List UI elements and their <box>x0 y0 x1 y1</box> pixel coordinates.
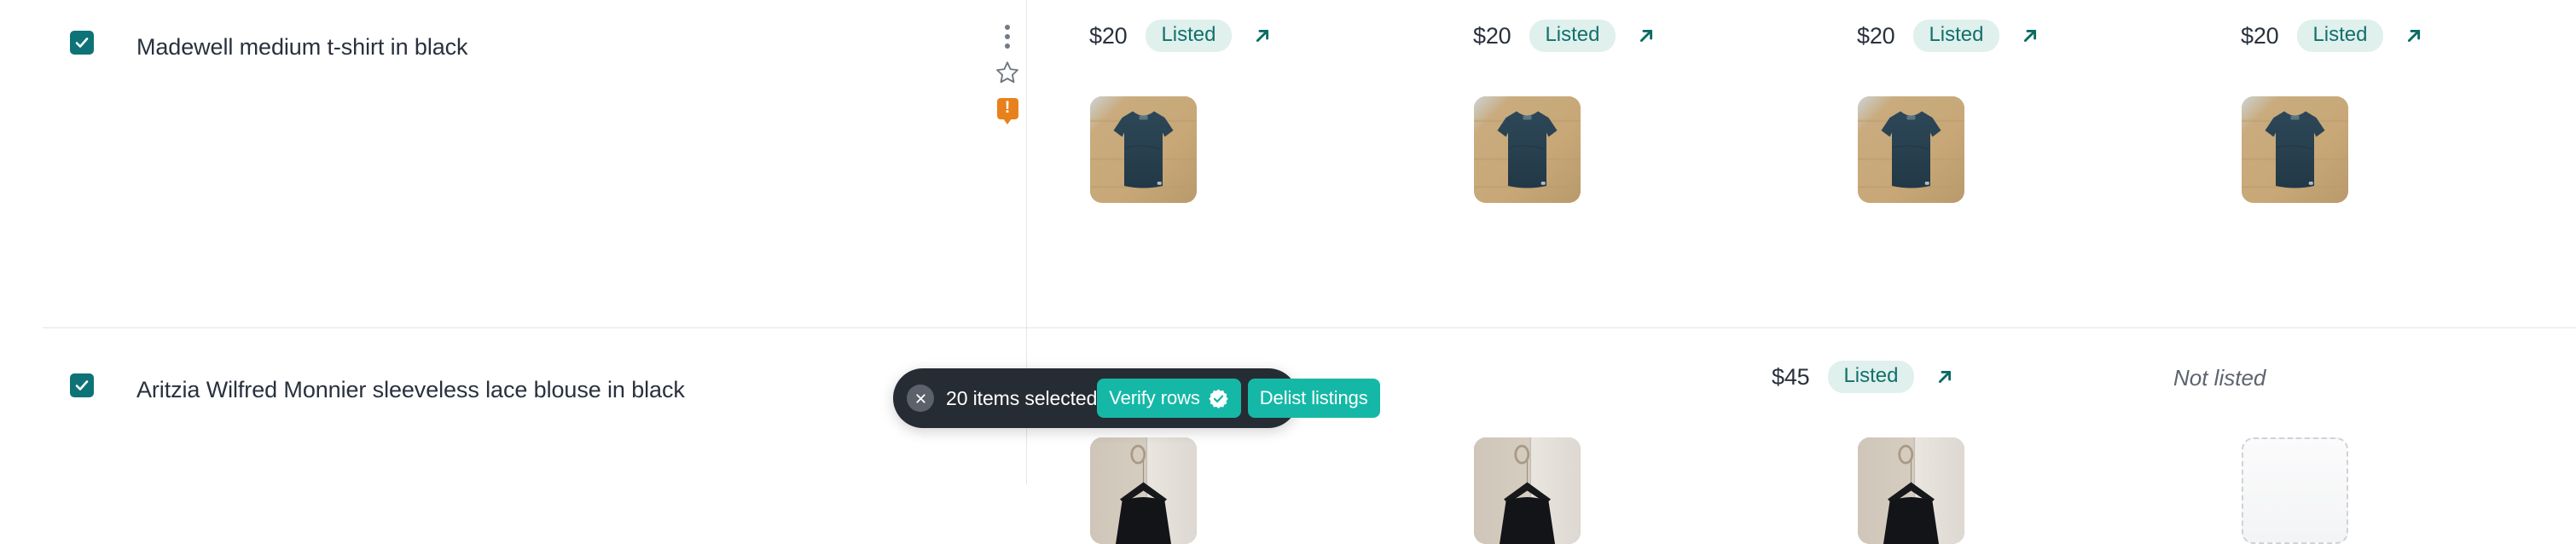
listing-thumbnail[interactable] <box>1858 96 1964 203</box>
navy-tshirt-on-wood-floor <box>1090 96 1197 203</box>
column-divider <box>1026 0 1027 327</box>
listing-cell: $45 Listed <box>1772 360 1962 394</box>
status-badge: Listed <box>1828 361 1914 393</box>
kebab-menu-icon[interactable] <box>989 19 1025 55</box>
listing-price: $20 <box>1857 22 1895 49</box>
external-link-arrow-icon[interactable] <box>2397 19 2431 53</box>
verify-rows-label: Verify rows <box>1109 387 1200 408</box>
listing-thumbnail[interactable] <box>1090 96 1197 203</box>
listing-price: $20 <box>2241 22 2279 49</box>
listing-thumbnail[interactable] <box>1858 437 1964 544</box>
external-link-arrow-icon[interactable] <box>1245 19 1279 53</box>
listing-cell: $20 Listed <box>1473 19 1663 53</box>
check-icon <box>75 380 89 391</box>
external-link-arrow-icon[interactable] <box>1629 19 1663 53</box>
navy-tshirt-on-wood-floor <box>2242 96 2348 203</box>
status-badge: Listed <box>1529 20 1616 52</box>
black-blouse-on-hanger <box>1858 437 1964 544</box>
row-select-checkbox[interactable] <box>70 373 94 397</box>
listing-cell: $20 Listed <box>1857 19 2047 53</box>
warning-badge-icon[interactable]: ! <box>989 90 1025 126</box>
listing-thumbnail[interactable] <box>1090 437 1197 544</box>
listing-cell: Not listed <box>2173 365 2266 391</box>
listing-cell: $20 Listed <box>1089 19 1279 53</box>
listing-price: $20 <box>1089 22 1128 49</box>
selection-action-bar: 20 items selected Verify rows Delist lis… <box>893 368 1380 428</box>
check-icon <box>75 38 89 48</box>
star-outline-icon[interactable] <box>989 55 1025 90</box>
listing-thumbnail[interactable] <box>1474 437 1581 544</box>
listing-thumbnail[interactable] <box>1474 96 1581 203</box>
row-title: Aritzia Wilfred Monnier sleeveless lace … <box>136 377 685 402</box>
external-link-arrow-icon[interactable] <box>2013 19 2047 53</box>
row-title: Madewell medium t-shirt in black <box>136 34 468 60</box>
row-actions: ! <box>989 19 1025 126</box>
navy-tshirt-on-wood-floor <box>1474 96 1581 203</box>
navy-tshirt-on-wood-floor <box>1858 96 1964 203</box>
listing-cell: $20 Listed <box>2241 19 2431 53</box>
selection-count-label: 20 items selected <box>946 386 1098 409</box>
close-selection-button[interactable] <box>907 385 934 412</box>
black-blouse-on-hanger <box>1090 437 1197 544</box>
delist-listings-label: Delist listings <box>1259 387 1368 408</box>
delist-listings-button[interactable]: Delist listings <box>1247 379 1380 418</box>
close-x-icon <box>915 393 925 403</box>
status-badge: Listed <box>2297 20 2383 52</box>
black-blouse-on-hanger <box>1474 437 1581 544</box>
listings-table: Madewell medium t-shirt in black ! $20 L… <box>0 0 2576 544</box>
verify-rows-button[interactable]: Verify rows <box>1097 379 1241 418</box>
status-badge: Listed <box>1913 20 1999 52</box>
empty-thumbnail-placeholder[interactable] <box>2242 437 2348 544</box>
not-listed-label: Not listed <box>2173 365 2266 391</box>
listing-thumbnail[interactable] <box>2242 96 2348 203</box>
external-link-arrow-icon[interactable] <box>1928 360 1962 394</box>
row-divider <box>43 327 2576 328</box>
listing-price: $45 <box>1772 363 1810 390</box>
status-badge: Listed <box>1146 20 1232 52</box>
listing-price: $20 <box>1473 22 1511 49</box>
verified-badge-icon <box>1209 388 1228 408</box>
warning-glyph: ! <box>1004 98 1011 117</box>
row-select-checkbox[interactable] <box>70 31 94 55</box>
